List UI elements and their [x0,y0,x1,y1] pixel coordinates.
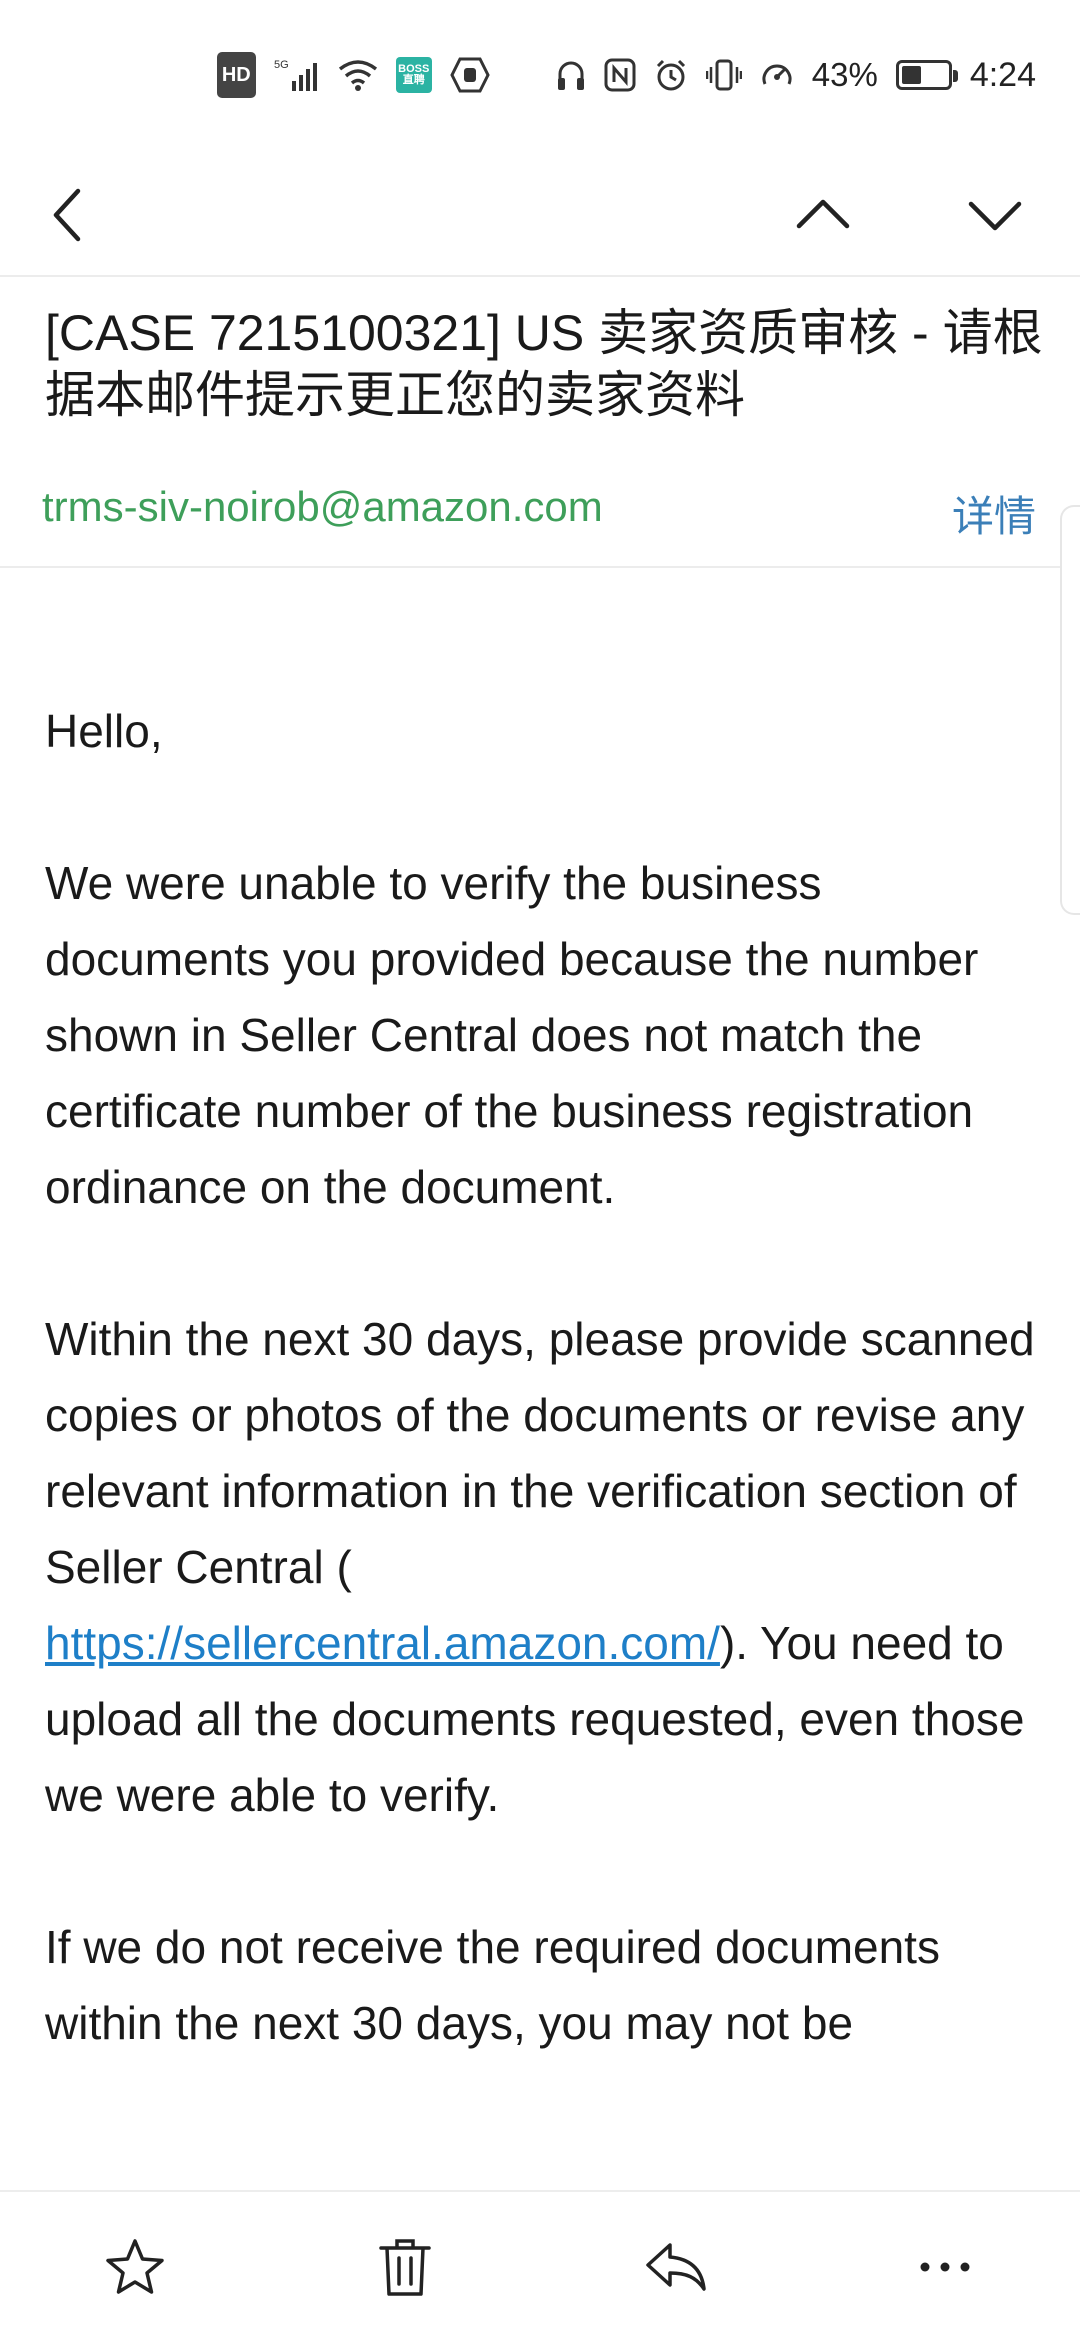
bottom-toolbar [0,2190,1080,2342]
vibrate-icon [705,55,742,95]
sender-address[interactable]: trms-siv-noirob@amazon.com [42,483,603,531]
star-button[interactable] [90,2222,180,2312]
header-divider [0,566,1080,568]
hd-icon: HD [216,52,256,98]
hand-shield-icon [450,55,490,95]
seller-central-link[interactable]: https://sellercentral.amazon.com/ [45,1617,720,1669]
nfc-icon [604,55,636,95]
headphones-icon [556,55,586,95]
status-bar: HD 5G BOSS 直聘 43% 4:24 [0,0,1080,150]
boss-app-icon: BOSS 直聘 [395,55,432,95]
trash-icon [379,2239,431,2296]
email-subject: [CASE 7215100321] US 卖家资质审核 - 请根据本邮件提示更正… [45,305,1043,423]
battery-percent: 43% [811,56,878,93]
reply-icon [646,2243,706,2291]
more-options-button[interactable] [900,2222,990,2312]
back-button[interactable] [22,170,112,260]
chevron-up-icon [796,199,850,229]
chevron-left-icon [53,188,81,242]
battery-icon [895,55,958,95]
alarm-icon [654,55,688,95]
wifi-icon [338,55,378,95]
reply-button[interactable] [630,2222,720,2312]
details-link[interactable]: 详情 [952,483,1036,544]
network-type-label: 5G [274,59,289,71]
clock: 4:24 [969,55,1036,94]
data-saver-icon [760,55,794,95]
star-icon [106,2239,164,2294]
next-email-button[interactable] [950,170,1040,260]
email-body: Hello, We were unable to verify the busi… [45,693,1055,2137]
more-icon [920,2262,970,2272]
greeting: Hello, [45,705,163,757]
body-paragraph-2: Within the next 30 days, please provide … [45,1301,1055,1833]
chevron-down-icon [968,201,1022,231]
previous-email-button[interactable] [778,170,868,260]
side-scroll-handle[interactable] [1060,505,1080,915]
delete-button[interactable] [360,2222,450,2312]
top-nav [0,150,1080,277]
body-paragraph-1: We were unable to verify the business do… [45,857,979,1213]
battery-level [901,66,921,84]
signal-icon: 5G [274,55,320,95]
paragraph-2-text: Within the next 30 days, please provide … [45,1313,1035,1593]
body-paragraph-3: If we do not receive the required docume… [45,1921,940,2049]
